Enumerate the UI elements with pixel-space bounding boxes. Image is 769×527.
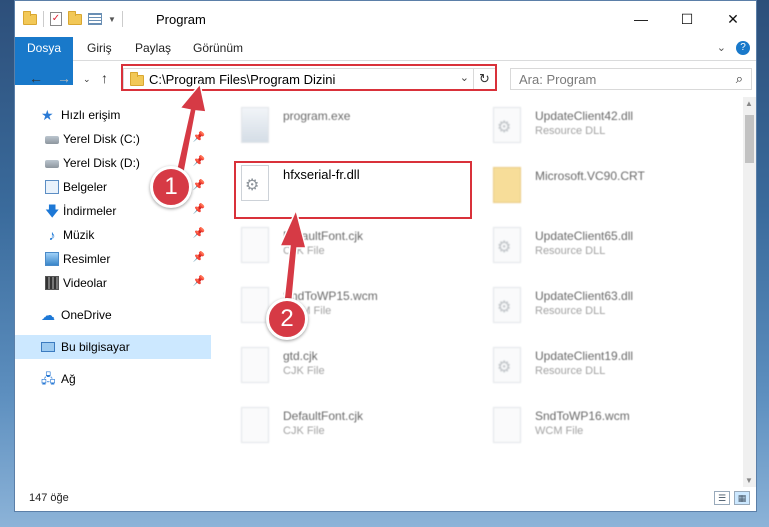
annotation-arrows [175, 82, 307, 303]
step-badge-2: 2 [266, 298, 308, 340]
step-badge-1: 1 [150, 166, 192, 208]
arrow-to-address [175, 82, 207, 175]
arrow-to-file [278, 207, 307, 303]
